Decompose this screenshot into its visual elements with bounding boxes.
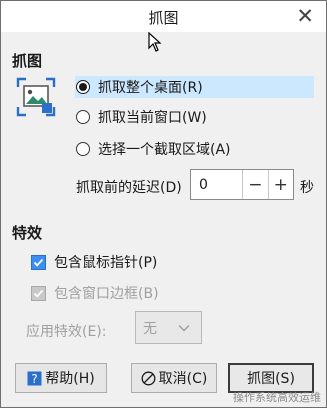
decrement-button[interactable]: − <box>242 170 267 199</box>
watermark: 操作系统高效运维 <box>233 391 321 404</box>
checkbox[interactable] <box>31 254 46 270</box>
delay-label: 抓取前的延迟(D) <box>76 180 182 196</box>
radio-label: 抓取当前窗口(W) <box>98 110 207 126</box>
apply-effect-label: 应用特效(E): <box>26 324 107 340</box>
checkbox-label: 包含窗口边框(B) <box>54 286 159 302</box>
window-title: 抓图 <box>148 9 179 27</box>
capture-heading: 抓图 <box>12 52 43 70</box>
help-button[interactable]: ? 帮助(H) <box>15 363 107 393</box>
checkbox[interactable] <box>31 285 46 301</box>
delay-stepper[interactable]: 0 − + <box>190 169 294 200</box>
include-border-option[interactable]: 包含窗口边框(B) <box>31 283 159 303</box>
delay-input[interactable]: 0 <box>191 177 242 193</box>
radio-capture-window[interactable]: 抓取当前窗口(W) <box>76 106 207 128</box>
radio-capture-desktop[interactable]: 抓取整个桌面(R) <box>75 76 314 98</box>
delay-unit: 秒 <box>300 180 314 196</box>
title-bar: 抓图 ✕ <box>1 1 326 32</box>
help-label: 帮助(H) <box>45 371 95 387</box>
mouse-cursor-icon <box>148 32 162 52</box>
cancel-icon <box>141 371 156 386</box>
radio-button[interactable] <box>76 110 90 124</box>
radio-label: 选择一个截取区域(A) <box>98 142 231 158</box>
close-button[interactable]: ✕ <box>296 4 314 28</box>
effect-select[interactable]: 无 <box>135 311 202 344</box>
screenshot-icon <box>16 77 56 117</box>
capture-label: 抓图(S) <box>247 371 295 387</box>
radio-capture-area[interactable]: 选择一个截取区域(A) <box>76 138 231 160</box>
svg-text:?: ? <box>32 372 38 386</box>
radio-label: 抓取整个桌面(R) <box>98 80 203 96</box>
cancel-button[interactable]: 取消(C) <box>131 363 217 393</box>
effects-heading: 特效 <box>12 224 43 242</box>
help-icon: ? <box>27 371 42 386</box>
effect-select-value: 无 <box>143 320 157 337</box>
radio-button[interactable] <box>76 80 90 94</box>
chevron-down-icon <box>178 324 190 332</box>
radio-button[interactable] <box>76 142 90 156</box>
capture-dialog: 抓图 ✕ 抓图 抓取整个桌面(R) 抓取当前窗口(W) 选择一个截取区域(A) … <box>0 0 327 408</box>
include-pointer-option[interactable]: 包含鼠标指针(P) <box>31 252 157 272</box>
increment-button[interactable]: + <box>267 170 293 199</box>
cancel-label: 取消(C) <box>158 371 208 387</box>
checkbox-label: 包含鼠标指针(P) <box>54 255 158 271</box>
